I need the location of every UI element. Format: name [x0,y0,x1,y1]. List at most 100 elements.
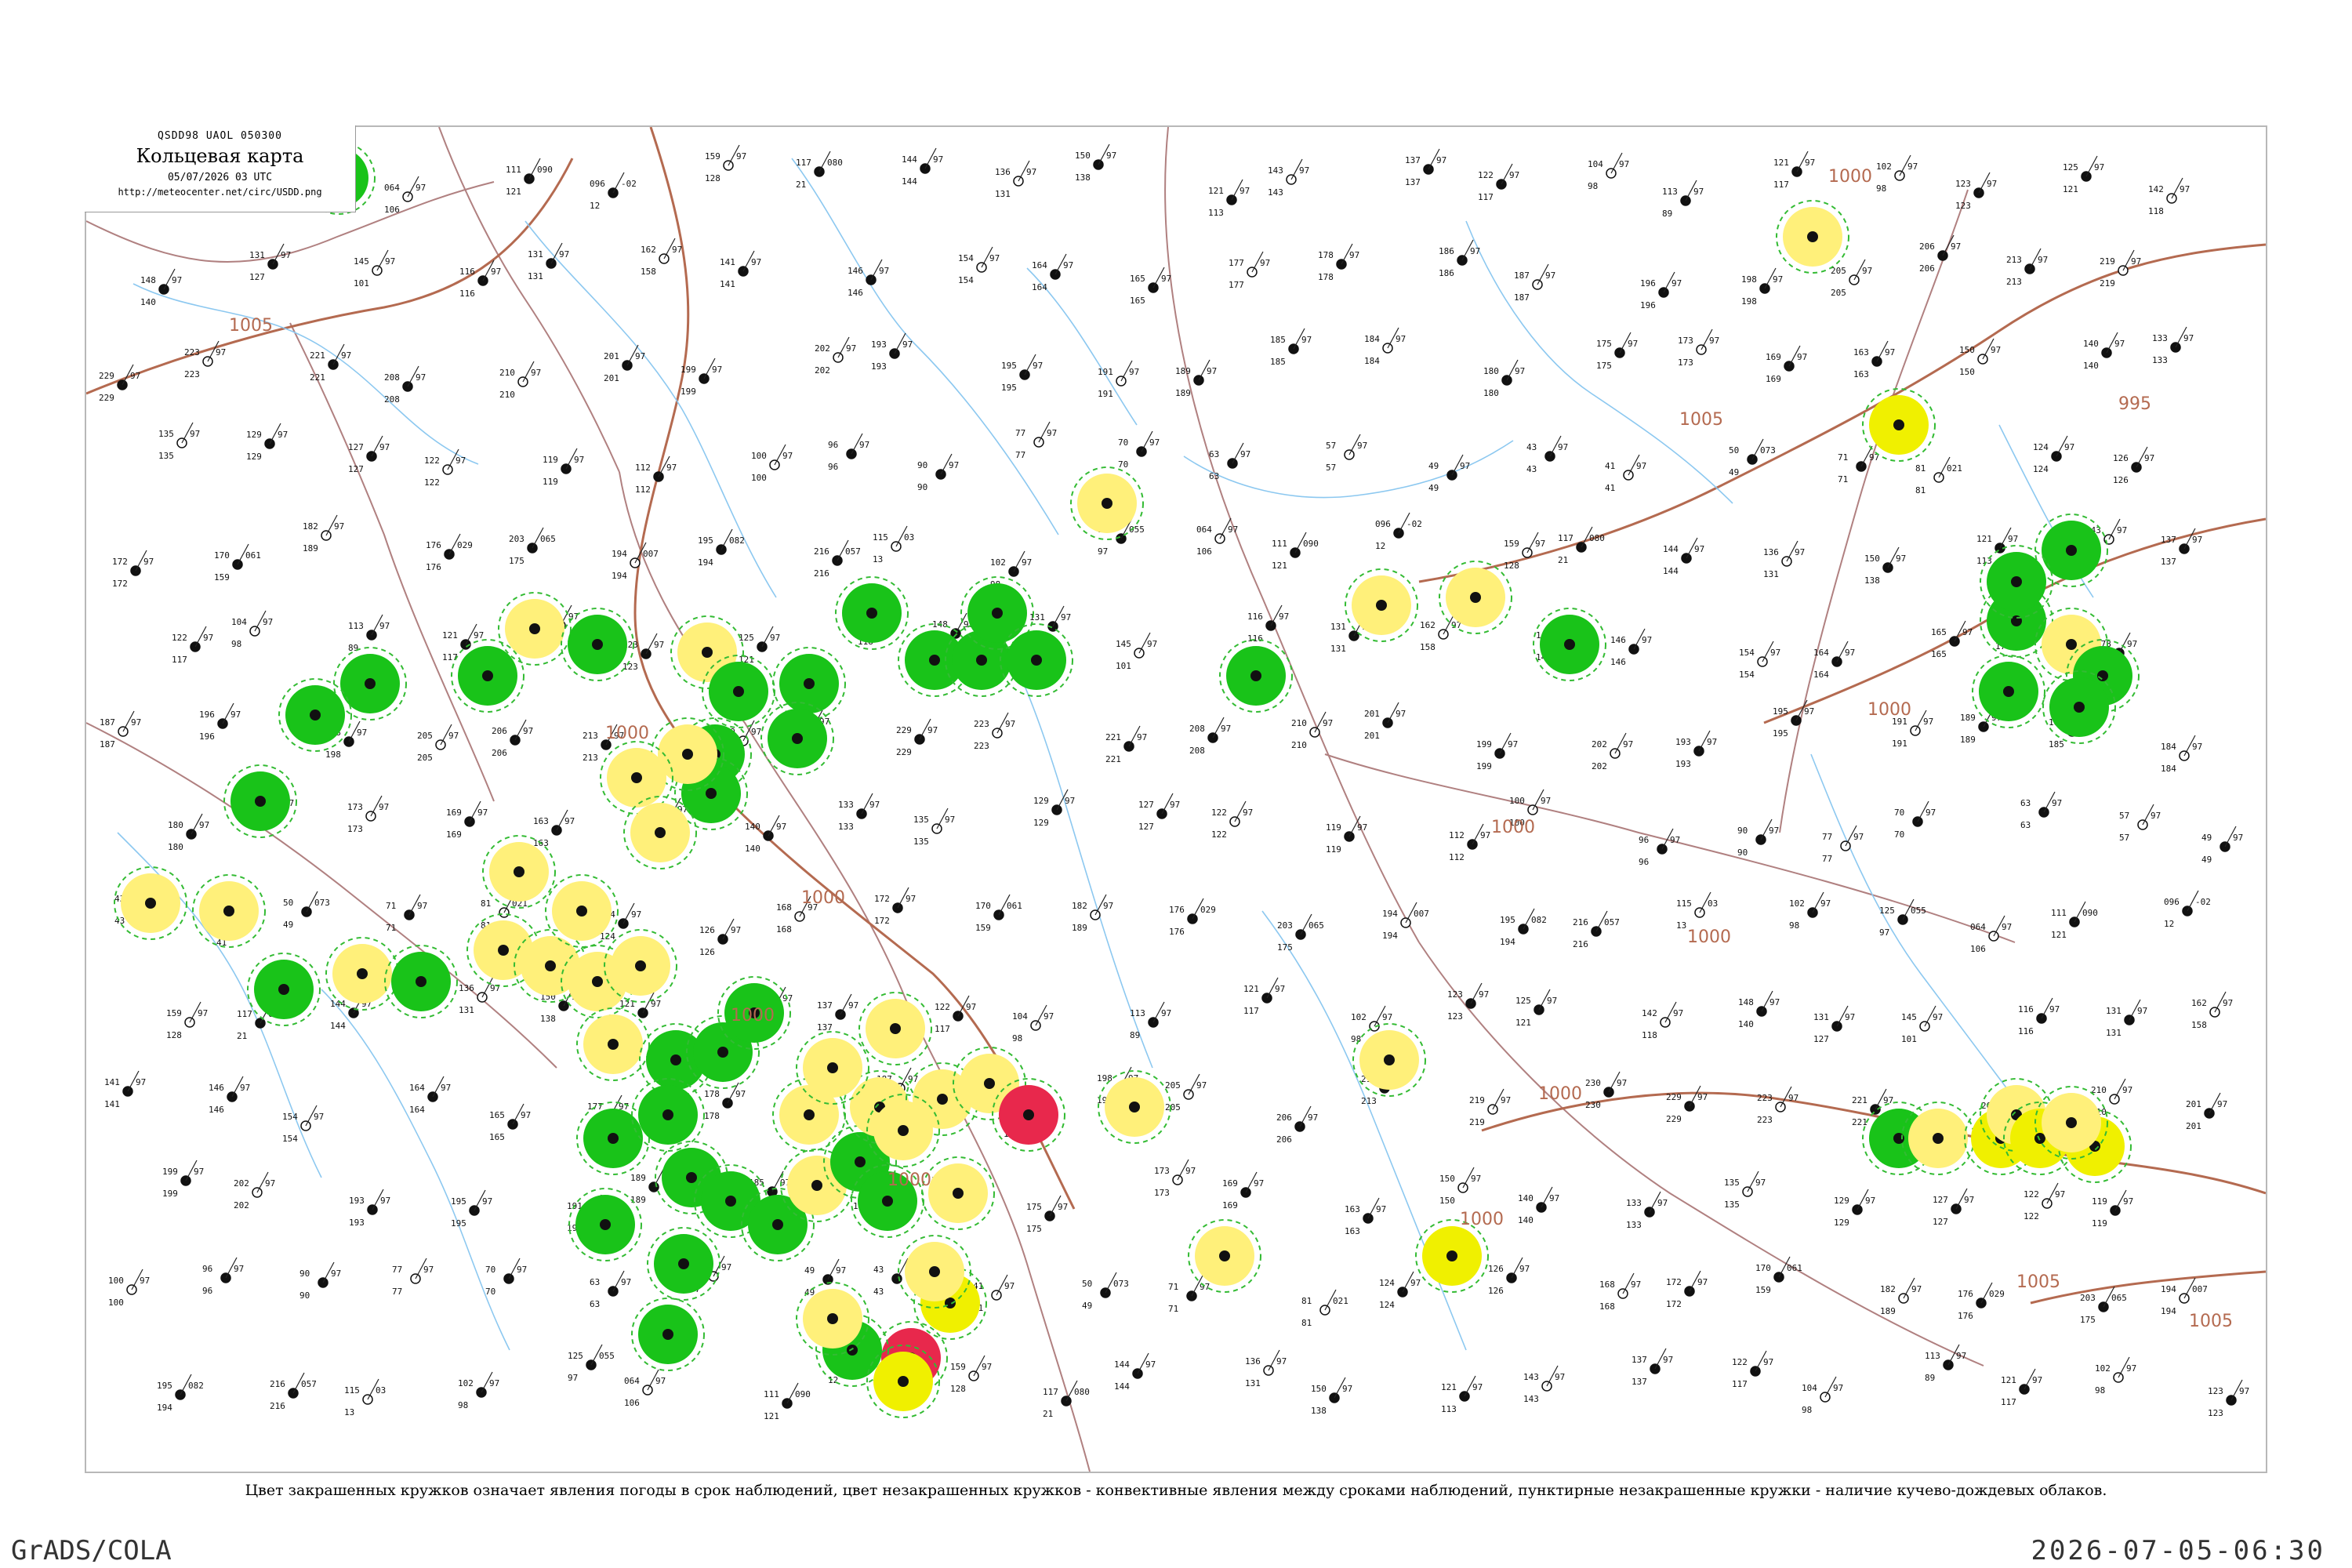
station-plot[interactable]: 49 97 49 [2201,826,2243,865]
thunderstorm-circle[interactable] [647,1227,720,1301]
station-plot[interactable]: 202 97 202 [815,336,856,376]
station-plot[interactable]: 63 97 63 [2020,791,2062,830]
station-plot[interactable]: 122 97 122 [424,448,466,488]
showers-circle[interactable] [796,1282,869,1356]
station-plot[interactable]: 164 97 164 [1813,641,1855,680]
station-plot[interactable]: 121 97 113 [1208,179,1250,218]
thunderstorm-circle[interactable] [760,702,834,775]
station-plot[interactable]: 123 97 123 [1447,982,1489,1022]
station-plot[interactable]: 193 97 193 [349,1189,390,1228]
showers-circle[interactable] [1070,466,1144,540]
hail-circle[interactable] [992,1078,1065,1152]
station-plot[interactable]: 206 97 206 [1276,1105,1318,1145]
station-plot[interactable]: 175 97 175 [1026,1195,1068,1234]
station-plot[interactable]: 219 97 219 [2100,249,2141,289]
station-plot[interactable]: 137 97 137 [817,993,858,1033]
station-plot[interactable]: 202 97 202 [234,1171,275,1210]
station-plot[interactable]: 90 97 90 [917,453,959,492]
station-plot[interactable]: 129 97 129 [1834,1189,1875,1228]
station-plot[interactable]: 172 97 172 [1666,1270,1708,1309]
station-plot[interactable]: 135 97 135 [158,422,200,461]
station-plot[interactable]: 137 97 137 [1405,148,1446,187]
station-plot[interactable]: 180 97 180 [1483,359,1525,398]
station-plot[interactable]: 159 97 128 [1504,532,1545,571]
station-plot[interactable]: 112 97 112 [1449,823,1490,862]
station-plot[interactable]: 170 061 159 [214,543,261,583]
station-plot[interactable]: 122 97 117 [172,626,213,665]
station-plot[interactable]: 102 97 98 [458,1371,499,1410]
station-plot[interactable]: 136 97 131 [995,160,1036,199]
station-plot[interactable]: 127 97 127 [1138,793,1180,832]
station-plot[interactable]: 194 007 194 [1382,902,1429,941]
station-plot[interactable]: 185 97 185 [1270,328,1312,367]
station-plot[interactable]: 133 97 133 [1626,1191,1668,1230]
station-plot[interactable]: 187 97 187 [100,710,141,750]
station-plot[interactable]: 165 97 165 [489,1103,531,1142]
station-plot[interactable]: 201 97 201 [1364,702,1406,741]
station-plot[interactable]: 223 97 223 [974,712,1015,751]
thunderstorm-circle[interactable] [333,647,407,720]
station-plot[interactable]: 194 007 194 [2161,1277,2208,1316]
station-plot[interactable]: 162 97 158 [2191,991,2233,1030]
station-plot[interactable]: 173 97 173 [347,795,389,834]
showers-circle[interactable] [498,592,572,666]
station-plot[interactable]: 125 97121 [2063,155,2104,194]
station-plot[interactable]: 104 97 98 [1012,1004,1054,1044]
station-plot[interactable]: 119 97 119 [2092,1189,2133,1229]
station-plot[interactable]: 206 97 206 [492,719,533,758]
station-plot[interactable]: 50 073 49 [1729,438,1776,477]
station-plot[interactable]: 193 97 193 [871,332,913,372]
station-plot[interactable]: 146 97 146 [209,1076,250,1115]
thunderstorm-circle[interactable] [1972,655,2045,728]
station-plot[interactable]: 131 97 127 [249,243,291,282]
station-plot[interactable]: 111 090 121 [764,1382,811,1421]
station-plot[interactable]: 159 97 128 [705,144,746,183]
station-plot[interactable]: 125 97121 [739,626,780,665]
station-plot[interactable]: 122 97 122 [2024,1182,2065,1221]
station-plot[interactable]: 113 97 89 [348,614,390,653]
station-plot[interactable]: 163 97 163 [1853,340,1895,379]
station-plot[interactable]: 201 97 201 [604,344,645,383]
station-plot[interactable]: 115 03 13 [873,525,914,564]
station-plot[interactable]: 77 97 77 [1015,421,1057,460]
station-plot[interactable]: 137 97 137 [1632,1348,1673,1387]
station-plot[interactable]: 102 97 98 [2095,1356,2136,1396]
station-plot[interactable]: 195 082 194 [698,528,745,568]
station-plot[interactable]: 49 97 49 [1428,454,1470,493]
station-plot[interactable]: 096 -02 12 [1375,512,1422,551]
station-plot[interactable]: 230 97 230 [1585,1071,1627,1110]
station-plot[interactable]: 150 97 138 [1075,143,1116,183]
station-plot[interactable]: 164 97 164 [1032,253,1073,292]
map-canvas[interactable]: 064 97 106 111 090 121 096 -02 12 159 97 128 117 080 2… [86,127,2266,1472]
station-plot[interactable]: 169 97 169 [1222,1171,1264,1210]
showers-circle[interactable] [858,992,932,1065]
station-plot[interactable]: 127 97 127 [1933,1188,1974,1227]
station-plot[interactable]: 150 97 150 [1439,1167,1481,1206]
station-plot[interactable]: 176 029 176 [1958,1282,2005,1321]
thunderstorm-circle[interactable] [561,608,634,681]
station-plot[interactable]: 131 97 127 [1813,1005,1855,1044]
station-plot[interactable]: 136 97 131 [1245,1349,1287,1388]
station-plot[interactable]: 164 97 164 [409,1076,451,1115]
station-plot[interactable]: 122 97 117 [1732,1350,1773,1389]
showers-circle[interactable] [114,866,187,940]
station-plot[interactable]: 125 055 97 [568,1344,615,1383]
station-plot[interactable]: 148 97 140 [140,268,182,307]
station-plot[interactable]: 144 97 144 [902,147,943,187]
station-plot[interactable]: 137 97 137 [2161,528,2202,567]
station-plot[interactable]: 123 97 123 [2208,1379,2249,1418]
thunderstorm-circle[interactable] [835,576,909,650]
station-plot[interactable]: 169 97 169 [1766,345,1807,384]
station-plot[interactable]: 57 97 57 [2119,804,2161,843]
station-plot[interactable]: 141 97 141 [720,250,761,289]
station-plot[interactable]: 145 97 101 [1116,632,1157,671]
station-plot[interactable]: 122 97 122 [1211,800,1253,840]
station-plot[interactable]: 195 97 195 [1773,699,1814,739]
heavy_rain-circle[interactable] [1415,1219,1489,1293]
station-plot[interactable]: 173 97 173 [1678,328,1719,368]
station-plot[interactable]: 90 97 90 [299,1261,341,1301]
thunderstorm-circle[interactable] [1000,623,1073,697]
station-plot[interactable]: 141 97 141 [104,1070,146,1109]
showers-circle[interactable] [545,874,619,948]
showers-circle[interactable] [576,1007,650,1081]
